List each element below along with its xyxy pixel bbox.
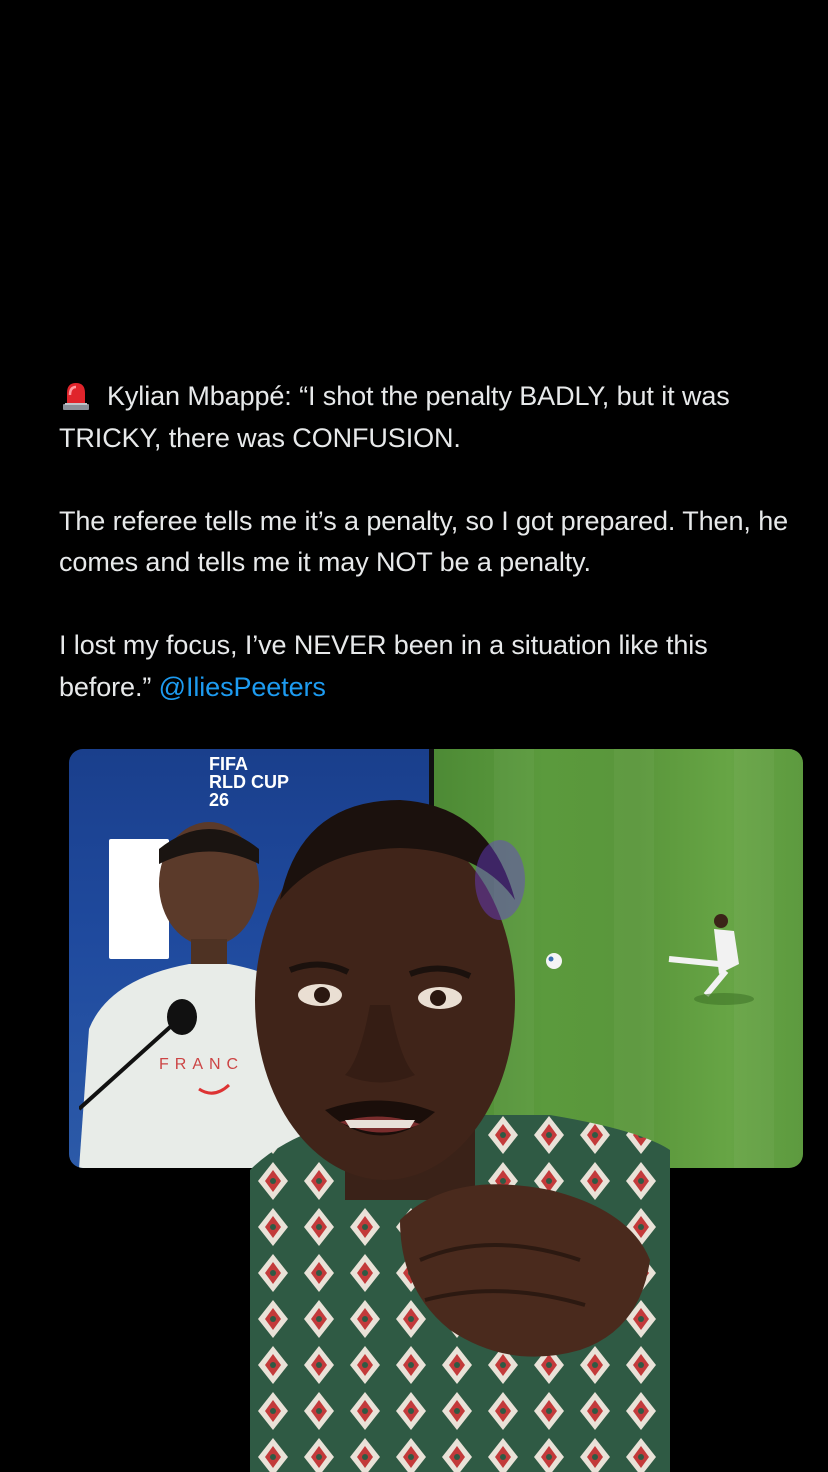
shirt-text: FRANC: [159, 1056, 244, 1073]
banner-line-1: FIFA: [209, 754, 248, 774]
tweet-quote-end: I lost my focus, I’ve NEVER been in a si…: [59, 630, 708, 702]
police-siren-icon: [63, 383, 89, 410]
mention-link[interactable]: @IliesPeeters: [159, 672, 326, 702]
tweet-line-1: Kylian Mbappé: “I shot the penalty BADLY…: [59, 381, 730, 453]
tweet-paragraph-1: Kylian Mbappé: “I shot the penalty BADLY…: [59, 376, 799, 459]
tweet-paragraph-2: The referee tells me it’s a penalty, so …: [59, 505, 789, 578]
tweet-text: Kylian Mbappé: “I shot the penalty BADLY…: [59, 376, 799, 708]
presenter-overlay: [250, 800, 670, 1472]
tweet-paragraph-3: I lost my focus, I’ve NEVER been in a si…: [59, 625, 799, 708]
